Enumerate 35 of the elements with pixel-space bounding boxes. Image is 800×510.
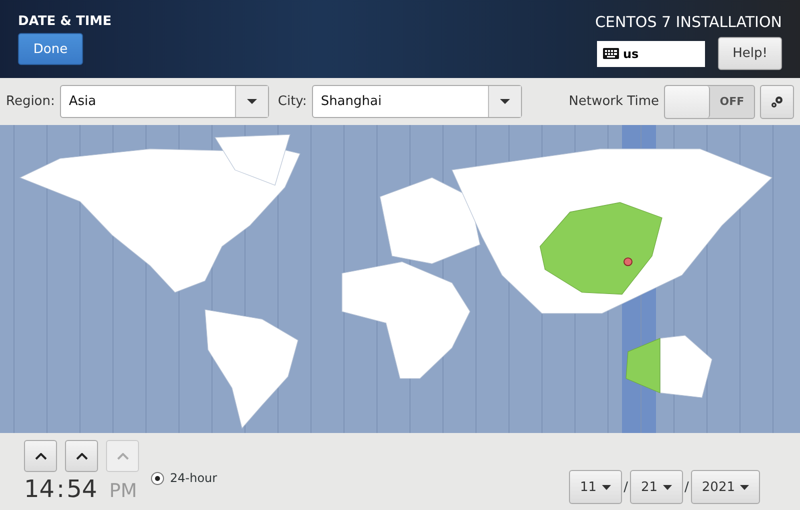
city-label: City: <box>278 94 307 109</box>
caret-icon <box>246 99 257 104</box>
product-title: CENTOS 7 INSTALLATION <box>595 13 782 31</box>
date-dropdown[interactable]: 21 <box>630 470 683 504</box>
help-button[interactable]: Help! <box>718 37 782 70</box>
keyboard-layout-value: us <box>623 46 639 60</box>
page-title: DATE & TIME <box>18 14 112 29</box>
caret-icon <box>602 484 611 490</box>
increment-button[interactable] <box>24 440 57 472</box>
region-dropdown[interactable]: Asia <box>60 85 269 118</box>
date-dropdown[interactable]: 11 <box>569 470 622 504</box>
time-format-radio[interactable]: 24-hour <box>151 471 218 485</box>
keyboard-layout-field[interactable]: us <box>597 40 705 66</box>
region-label: Region: <box>6 94 55 109</box>
ampm-value: PM <box>109 479 138 504</box>
done-button[interactable]: Done <box>18 33 83 65</box>
date-separator: / <box>684 479 689 495</box>
date-separator: / <box>624 479 628 495</box>
chevron-up-icon <box>76 452 88 460</box>
minutes-value: 54 <box>66 476 98 502</box>
chevron-up-icon <box>116 452 128 460</box>
city-dropdown[interactable]: Shanghai <box>312 85 522 118</box>
caret-icon <box>500 99 510 104</box>
world-map-drawing[interactable] <box>0 125 800 433</box>
increment-button[interactable] <box>65 440 98 472</box>
network-time-label: Network Time <box>568 94 659 109</box>
chevron-up-icon <box>34 452 46 460</box>
date-dropdown[interactable]: 2021 <box>690 470 760 504</box>
time-separator: : <box>56 476 65 502</box>
caret-icon <box>740 484 749 490</box>
keyboard-icon <box>603 48 619 59</box>
network-time-switch[interactable]: OFF <box>664 84 755 118</box>
settings-button[interactable] <box>760 84 794 118</box>
caret-icon <box>662 484 672 490</box>
hours-value: 14 <box>24 476 55 502</box>
